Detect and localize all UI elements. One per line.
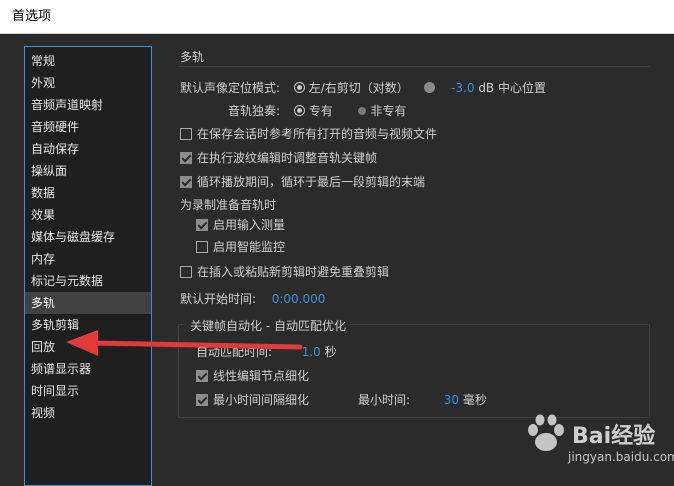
auto-match-time-value[interactable]: 1.0 — [302, 345, 321, 359]
sidebar-item-media-disk-cache[interactable]: 媒体与磁盘缓存 — [25, 226, 151, 248]
ripple-keyframes-checkbox[interactable] — [180, 152, 192, 164]
auto-match-time-row: 自动匹配时间: 1.0 秒 — [196, 343, 337, 360]
watermark-url: jingyan.baidu.com — [568, 450, 674, 464]
pan-mode-lr-cut-radio[interactable] — [293, 82, 305, 93]
sidebar-item-audio-channel-mapping[interactable]: 音频声道映射 — [25, 94, 151, 116]
pan-mode-row: 默认声像定位模式: 左/右剪切（对数） -3.0 dB 中心位置 — [180, 79, 546, 96]
solo-exclusive-label: 专有 — [308, 104, 333, 118]
default-start-value[interactable]: 0:00.000 — [272, 292, 326, 306]
linear-edit-label: 线性编辑节点细化 — [213, 369, 310, 383]
smart-monitoring-option[interactable]: 启用智能监控 — [196, 238, 285, 255]
sidebar-item-memory[interactable]: 内存 — [25, 248, 151, 270]
sidebar-item-time-display[interactable]: 时间显示 — [25, 380, 151, 402]
sidebar-item-appearance[interactable]: 外观 — [25, 72, 151, 94]
sidebar-item-spectral-display[interactable]: 频谱显示器 — [25, 358, 151, 380]
watermark: Bai经验 jingyan.baidu.com — [520, 400, 674, 470]
track-solo-row: 音轨独奏: 专有 非专有 — [228, 102, 406, 119]
loop-end-option[interactable]: 循环播放期间，循环于最后一段剪辑的末端 — [180, 173, 425, 190]
pan-mode-equal-power-radio[interactable] — [424, 82, 436, 93]
smart-monitoring-checkbox[interactable] — [196, 241, 208, 253]
record-prep-title: 为录制准备音轨时 — [180, 198, 277, 212]
section-title: 多轨 — [180, 50, 205, 64]
sidebar-item-auto-save[interactable]: 自动保存 — [25, 138, 151, 160]
sidebar-item-general[interactable]: 常规 — [25, 50, 151, 72]
input-metering-checkbox[interactable] — [196, 219, 208, 231]
watermark-brand: Bai经验 — [572, 424, 656, 449]
min-interval-checkbox[interactable] — [196, 394, 208, 406]
pan-center-db-value[interactable]: -3.0 — [451, 81, 474, 95]
reference-files-checkbox[interactable] — [180, 128, 192, 140]
sidebar-item-markers-metadata[interactable]: 标记与元数据 — [25, 270, 151, 292]
sidebar-item-playback[interactable]: 回放 — [25, 336, 151, 358]
sidebar-item-multitrack-clips[interactable]: 多轨剪辑 — [25, 314, 151, 336]
solo-nonexclusive-label: 非专有 — [370, 104, 407, 118]
track-solo-label: 音轨独奏: — [228, 104, 281, 118]
avoid-overlap-checkbox[interactable] — [180, 266, 192, 278]
auto-match-time-label: 自动匹配时间: — [196, 345, 273, 359]
sidebar-item-video[interactable]: 视频 — [25, 402, 151, 424]
loop-end-checkbox[interactable] — [180, 176, 192, 188]
sidebar-item-audio-hardware[interactable]: 音频硬件 — [25, 116, 151, 138]
ripple-keyframes-label: 在执行波纹编辑时调整音轨关键帧 — [197, 151, 378, 165]
input-metering-label: 启用输入测量 — [213, 218, 286, 232]
smart-monitoring-label: 启用智能监控 — [213, 240, 286, 254]
auto-match-time-unit: 秒 — [324, 345, 337, 359]
solo-exclusive-radio[interactable] — [293, 105, 305, 116]
sidebar-item-effects[interactable]: 效果 — [25, 204, 151, 226]
default-start-label: 默认开始时间: — [180, 292, 257, 306]
min-interval-option[interactable]: 最小时间间隔细化 — [196, 391, 309, 408]
sidebar-item-multitrack[interactable]: 多轨 — [25, 292, 151, 314]
section-divider — [178, 66, 650, 67]
avoid-overlap-option[interactable]: 在插入或粘贴新剪辑时避免重叠剪辑 — [180, 263, 389, 280]
keyframe-automation-title: 关键帧自动化 - 自动匹配优化 — [186, 317, 350, 334]
min-interval-label: 最小时间间隔细化 — [213, 393, 310, 407]
reference-files-label: 在保存会话时参考所有打开的音频与视频文件 — [197, 127, 438, 141]
solo-nonexclusive-radio[interactable] — [358, 107, 367, 115]
pan-mode-label: 默认声像定位模式: — [180, 81, 281, 95]
min-time-value[interactable]: 30 — [444, 393, 459, 407]
min-time-unit: 毫秒 — [462, 393, 487, 407]
reference-files-option[interactable]: 在保存会话时参考所有打开的音频与视频文件 — [180, 125, 437, 142]
pan-mode-lr-cut-label: 左/右剪切（对数） — [308, 81, 409, 95]
pan-center-unit: dB 中心位置 — [478, 81, 546, 95]
ripple-keyframes-option[interactable]: 在执行波纹编辑时调整音轨关键帧 — [180, 149, 377, 166]
loop-end-label: 循环播放期间，循环于最后一段剪辑的末端 — [197, 175, 426, 189]
window-title: 首选项 — [12, 9, 52, 24]
input-metering-option[interactable]: 启用输入测量 — [196, 216, 285, 233]
min-time-row: 最小时间: 30 毫秒 — [358, 391, 487, 408]
min-time-label: 最小时间: — [358, 393, 411, 407]
sidebar-item-data[interactable]: 数据 — [25, 182, 151, 204]
preferences-category-list[interactable]: 常规 外观 音频声道映射 音频硬件 自动保存 操纵面 数据 效果 媒体与磁盘缓存… — [24, 46, 152, 486]
default-start-row: 默认开始时间: 0:00.000 — [180, 290, 325, 307]
window-titlebar: 首选项 — [0, 0, 674, 34]
avoid-overlap-label: 在插入或粘贴新剪辑时避免重叠剪辑 — [197, 265, 390, 279]
linear-edit-option[interactable]: 线性编辑节点细化 — [196, 367, 309, 384]
sidebar-item-control-surface[interactable]: 操纵面 — [25, 160, 151, 182]
paw-logo-icon — [528, 414, 564, 451]
linear-edit-checkbox[interactable] — [196, 370, 208, 382]
